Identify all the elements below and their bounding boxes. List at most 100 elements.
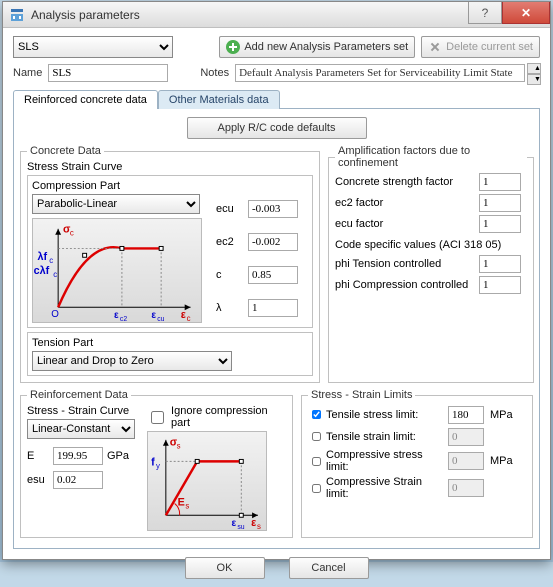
svg-text:λf: λf xyxy=(38,251,48,263)
esu-input[interactable] xyxy=(53,471,103,489)
close-button[interactable]: ✕ xyxy=(502,2,550,24)
ecu-input[interactable] xyxy=(248,200,298,218)
ec2-label: ec2 xyxy=(216,236,244,248)
tab-other-materials[interactable]: Other Materials data xyxy=(158,90,280,109)
c-label: c xyxy=(216,269,244,281)
tensile-strain-check[interactable] xyxy=(312,430,321,443)
delete-set-button: Delete current set xyxy=(421,36,540,58)
reinf-curve-select[interactable]: Linear-Constant xyxy=(27,419,135,439)
stress-curve-label: Stress Strain Curve xyxy=(27,161,313,173)
code-values-label: Code specific values (ACI 318 05) xyxy=(335,239,527,251)
ec2f-input[interactable] xyxy=(479,194,521,212)
svg-text:s: s xyxy=(177,442,181,451)
svg-text:c: c xyxy=(70,229,74,238)
reinf-curve-label: Stress - Strain Curve xyxy=(27,405,139,417)
csf-label: Concrete strength factor xyxy=(335,176,475,188)
notes-label: Notes xyxy=(200,67,229,79)
name-input[interactable] xyxy=(48,64,168,82)
close-icon xyxy=(428,40,442,54)
app-icon xyxy=(9,7,25,23)
dialog-window: Analysis parameters ? ✕ SLS Add new Anal… xyxy=(2,1,551,560)
svg-text:c: c xyxy=(49,256,53,265)
tensile-stress-label: Tensile stress limit: xyxy=(326,409,446,421)
svg-text:s: s xyxy=(257,522,261,530)
esu-label: esu xyxy=(27,474,49,486)
reinforcement-legend: Reinforcement Data xyxy=(27,389,131,401)
plus-icon xyxy=(226,40,240,54)
phi-tension-input[interactable] xyxy=(479,255,521,273)
svg-text:ε: ε xyxy=(114,310,119,321)
svg-text:y: y xyxy=(156,461,160,470)
compressive-strain-label: Compressive Strain limit: xyxy=(326,476,446,500)
svg-text:c: c xyxy=(187,314,191,322)
compressive-strain-input xyxy=(448,479,484,497)
concrete-legend: Concrete Data xyxy=(27,145,104,157)
mpa-unit-2: MPa xyxy=(490,455,516,467)
tab-reinforced-concrete[interactable]: Reinforced concrete data xyxy=(13,90,158,109)
compression-curve-select[interactable]: Parabolic-Linear xyxy=(32,194,200,214)
phi-tension-label: phi Tension controlled xyxy=(335,258,475,270)
compression-part-label: Compression Part xyxy=(32,180,308,192)
ec2f-label: ec2 factor xyxy=(335,197,475,209)
svg-text:cu: cu xyxy=(157,316,164,322)
phi-compression-input[interactable] xyxy=(479,276,521,294)
amplification-group: Amplification factors due to confinement… xyxy=(328,145,534,383)
svg-text:O: O xyxy=(51,309,59,320)
c-input[interactable] xyxy=(248,266,298,284)
reinforcement-group: Reinforcement Data Stress - Strain Curve… xyxy=(20,389,293,538)
titlebar: Analysis parameters ? ✕ xyxy=(3,2,550,28)
help-button[interactable]: ? xyxy=(468,2,502,24)
lambda-label: λ xyxy=(216,302,244,314)
compressive-stress-label: Compressive stress limit: xyxy=(326,449,446,473)
ok-button[interactable]: OK xyxy=(185,557,265,579)
csf-input[interactable] xyxy=(479,173,521,191)
lambda-input[interactable] xyxy=(248,299,298,317)
ecuf-input[interactable] xyxy=(479,215,521,233)
add-set-button[interactable]: Add new Analysis Parameters set xyxy=(219,36,415,58)
svg-text:f: f xyxy=(151,456,155,468)
mpa-unit-1: MPa xyxy=(490,409,516,421)
E-input[interactable] xyxy=(53,447,103,465)
svg-text:su: su xyxy=(237,524,244,530)
parameters-set-select[interactable]: SLS xyxy=(13,36,173,58)
stress-strain-limits-group: Stress - Strain Limits Tensile stress li… xyxy=(301,389,533,538)
ec2-input[interactable] xyxy=(248,233,298,251)
tensile-stress-input[interactable] xyxy=(448,406,484,424)
svg-text:c2: c2 xyxy=(120,316,127,322)
concrete-stress-graph: σc λfc cλfc O εc2 εcu εc xyxy=(32,218,202,323)
notes-down-button[interactable]: ▼ xyxy=(527,74,541,85)
tension-curve-select[interactable]: Linear and Drop to Zero xyxy=(32,351,232,371)
E-unit: GPa xyxy=(107,450,129,462)
ignore-compression-check[interactable]: Ignore compression part xyxy=(147,405,286,429)
compressive-stress-check[interactable] xyxy=(312,455,321,468)
tensile-strain-label: Tensile strain limit: xyxy=(326,431,446,443)
apply-defaults-button[interactable]: Apply R/C code defaults xyxy=(187,117,367,139)
ignore-compression-checkbox[interactable] xyxy=(151,411,164,424)
name-label: Name xyxy=(13,67,42,79)
notes-input[interactable] xyxy=(235,64,525,82)
ecuf-label: ecu factor xyxy=(335,218,475,230)
E-label: E xyxy=(27,450,49,462)
ecu-label: ecu xyxy=(216,203,244,215)
svg-text:s: s xyxy=(185,501,189,510)
reinf-stress-graph: σs fy Es εsu εs xyxy=(147,431,267,531)
svg-text:ε: ε xyxy=(251,517,256,529)
close-icon: ✕ xyxy=(521,6,531,20)
concrete-params: ecu ec2 c λ xyxy=(216,194,308,323)
tensile-strain-input xyxy=(448,428,484,446)
concrete-data-group: Concrete Data Stress Strain Curve Compre… xyxy=(20,145,320,383)
compressive-strain-check[interactable] xyxy=(312,482,321,495)
svg-text:ε: ε xyxy=(232,518,237,529)
svg-text:c: c xyxy=(53,270,57,279)
tensile-stress-check[interactable] xyxy=(312,408,321,421)
svg-text:cλf: cλf xyxy=(34,265,50,277)
svg-text:ε: ε xyxy=(151,310,156,321)
cancel-button[interactable]: Cancel xyxy=(289,557,369,579)
svg-text:ε: ε xyxy=(181,309,186,321)
compressive-stress-input xyxy=(448,452,484,470)
notes-up-button[interactable]: ▲ xyxy=(527,63,541,74)
limits-legend: Stress - Strain Limits xyxy=(308,389,415,401)
svg-text:E: E xyxy=(178,497,185,509)
window-title: Analysis parameters xyxy=(31,8,468,22)
phi-compression-label: phi Compression controlled xyxy=(335,279,475,291)
